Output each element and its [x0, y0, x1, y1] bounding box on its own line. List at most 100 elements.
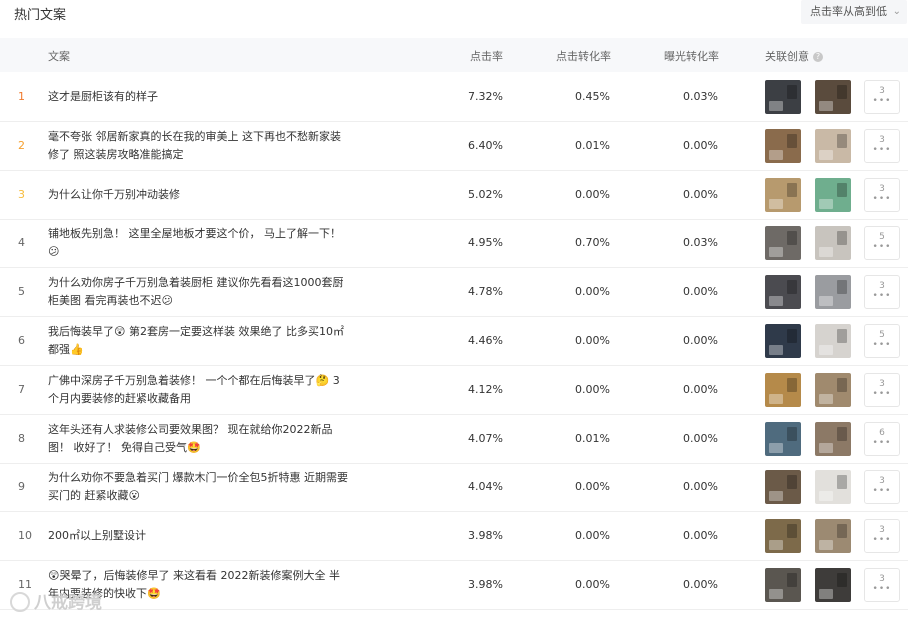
rank-number: 7	[18, 382, 25, 396]
copy-text: 这年头还有人求装修公司要效果图？ 现在就给你2022新品 图！ 收好了！ 免得自己…	[48, 415, 348, 463]
ellipsis-icon: •••	[872, 486, 892, 497]
creative-count: 3	[879, 476, 885, 487]
cvr-value: 0.00%	[575, 480, 610, 494]
rank-number: 1	[18, 90, 25, 103]
copy-text: 为什么让你千万别冲动装修	[48, 171, 348, 219]
cvr-value: 0.00%	[575, 285, 610, 299]
copy-text-line: 柜美图 看完再装也不迟😕	[48, 294, 173, 308]
creative-thumbnail[interactable]	[815, 470, 851, 505]
ellipsis-icon: •••	[872, 96, 892, 106]
more-creatives-button[interactable]: 3 •••	[864, 177, 900, 212]
copy-text-line: 这年头还有人求装修公司要效果图？ 现在就给你2022新品	[48, 422, 333, 436]
creative-count: 6	[879, 427, 885, 438]
column-creatives: 关联创意?	[765, 48, 823, 64]
creative-thumbnail[interactable]	[765, 128, 801, 163]
column-copy: 文案	[48, 50, 70, 63]
creative-thumbnail[interactable]	[765, 421, 801, 456]
table-row[interactable]: 3 为什么让你千万别冲动装修 5.02% 0.00% 0.00% 3 •••	[0, 171, 908, 220]
table-row[interactable]: 10 200㎡以上别墅设计 3.98% 0.00% 0.00% 3 •••	[0, 512, 908, 562]
creative-thumbnail[interactable]	[765, 519, 801, 554]
creative-count: 3	[879, 525, 885, 536]
copy-text-line: 200㎡以上别墅设计	[48, 529, 146, 543]
exposure-cvr-value: 0.00%	[683, 334, 718, 347]
more-creatives-button[interactable]: 3 •••	[864, 275, 900, 310]
exposure-cvr-value: 0.03%	[683, 90, 718, 103]
creative-thumbnail[interactable]	[815, 372, 851, 407]
cvr-value: 0.00%	[575, 529, 610, 543]
exposure-cvr-value: 0.00%	[683, 480, 718, 494]
creative-thumbnail[interactable]	[765, 372, 801, 407]
more-creatives-button[interactable]: 6 •••	[864, 421, 900, 456]
exposure-cvr-value: 0.03%	[683, 236, 718, 250]
creative-thumbnail[interactable]	[815, 421, 851, 456]
sort-dropdown[interactable]: 点击率从高到低 ⌄	[801, 0, 907, 24]
ellipsis-icon: •••	[872, 437, 892, 448]
creative-thumbnail[interactable]	[765, 568, 801, 602]
copy-text-line: 我后悔装早了😲 第2套房一定要这样装 效果绝了 比多买10㎡	[48, 325, 344, 338]
more-creatives-button[interactable]: 3 •••	[864, 568, 900, 602]
creative-count: 3	[879, 574, 885, 584]
rank-number: 10	[18, 529, 32, 543]
table-row[interactable]: 8 这年头还有人求装修公司要效果图？ 现在就给你2022新品 图！ 收好了！ 免得自…	[0, 415, 908, 464]
ctr-value: 4.07%	[468, 431, 503, 445]
creative-count: 3	[879, 134, 885, 145]
chevron-down-icon: ⌄	[892, 6, 901, 17]
rank-number: 4	[18, 236, 25, 250]
copy-text-line: 买门的 赶紧收藏😮	[48, 489, 140, 503]
column-exposure-cvr[interactable]: 曝光转化率	[664, 48, 719, 64]
watermark-logo-icon	[10, 592, 30, 612]
creative-count: 3	[879, 378, 885, 389]
creative-thumbnail[interactable]	[815, 226, 851, 261]
copy-text: 我后悔装早了😲 第2套房一定要这样装 效果绝了 比多买10㎡ 都强👍	[48, 317, 348, 365]
creative-thumbnail[interactable]	[765, 80, 801, 114]
rank-number: 3	[18, 187, 25, 201]
table-row[interactable]: 4 铺地板先别急！ 这里全屋地板才要这个价， 马上了解一下！ 😕 4.95% 0.70%…	[0, 219, 908, 269]
more-creatives-button[interactable]: 3 •••	[864, 470, 900, 505]
creative-thumbnail[interactable]	[815, 568, 851, 602]
exposure-cvr-value: 0.00%	[683, 138, 718, 152]
more-creatives-button[interactable]: 3 •••	[864, 372, 900, 407]
creative-thumbnail[interactable]	[765, 470, 801, 505]
creative-thumbnail[interactable]	[815, 177, 851, 212]
creative-thumbnail[interactable]	[815, 275, 851, 310]
column-cvr[interactable]: 点击转化率	[556, 48, 611, 64]
copy-text-line: 为什么让你千万别冲动装修	[48, 187, 180, 201]
creative-thumbnail[interactable]	[815, 128, 851, 163]
ellipsis-icon: •••	[872, 535, 892, 546]
table-row[interactable]: 7 广佛中深房子千万别急着装修！ 一个个都在后悔装早了🤔 3 个月内要装修的赶紧收藏…	[0, 366, 908, 415]
creative-count: 3	[879, 86, 885, 96]
more-creatives-button[interactable]: 5 •••	[864, 324, 900, 358]
ellipsis-icon: •••	[872, 291, 892, 302]
copy-text-line: 广佛中深房子千万别急着装修！ 一个个都在后悔装早了🤔 3	[48, 373, 340, 387]
more-creatives-button[interactable]: 3 •••	[864, 128, 900, 163]
watermark-text: 八戒跨境	[34, 593, 102, 613]
creative-thumbnail[interactable]	[765, 275, 801, 310]
creative-thumbnail[interactable]	[815, 80, 851, 114]
question-circle-icon[interactable]: ?	[813, 52, 823, 62]
column-ctr[interactable]: 点击率	[470, 48, 503, 64]
rank-number: 8	[18, 431, 25, 445]
section-title: 热门文案	[14, 8, 67, 23]
copy-text: 这才是厨柜该有的样子	[48, 73, 348, 121]
table-row[interactable]: 11 😲哭晕了，后悔装修早了 来这看看 2022新装修案例大全 半年内要装修的快收…	[0, 561, 908, 610]
more-creatives-button[interactable]: 5 •••	[864, 226, 900, 261]
more-creatives-button[interactable]: 3 •••	[864, 519, 900, 554]
creative-thumbnail[interactable]	[765, 226, 801, 261]
more-creatives-button[interactable]: 3 •••	[864, 80, 900, 114]
creative-thumbnail[interactable]	[815, 519, 851, 554]
table-row[interactable]: 5 为什么劝你房子千万别急着装厨柜 建议你先看看这1000套厨 柜美图 看完再装也不…	[0, 268, 908, 318]
creative-thumbnail[interactable]	[815, 324, 851, 358]
creative-thumbnail[interactable]	[765, 177, 801, 212]
cvr-value: 0.00%	[575, 578, 610, 591]
table-row[interactable]: 9 为什么劝你不要急着买门 爆款木门一价全包5折特惠 近期需要 买门的 赶紧收藏😮 4…	[0, 463, 908, 513]
creative-count: 5	[879, 232, 885, 243]
creative-thumbnail[interactable]	[765, 324, 801, 358]
sort-label: 点击率从高到低	[810, 5, 887, 18]
exposure-cvr-value: 0.00%	[683, 578, 718, 591]
table-row[interactable]: 1 这才是厨柜该有的样子 7.32% 0.45% 0.03% 3 •••	[0, 73, 908, 122]
copy-text: 为什么劝你房子千万别急着装厨柜 建议你先看看这1000套厨 柜美图 看完再装也不迟…	[48, 268, 348, 316]
table-row[interactable]: 2 毫不夸张 邻居新家真的长在我的审美上 这下再也不愁新家装 修了 照这装房攻略准能…	[0, 122, 908, 171]
table-row[interactable]: 6 我后悔装早了😲 第2套房一定要这样装 效果绝了 比多买10㎡ 都强👍 4.46% 0…	[0, 317, 908, 366]
cvr-value: 0.45%	[575, 90, 610, 103]
rank-number: 2	[18, 138, 25, 152]
